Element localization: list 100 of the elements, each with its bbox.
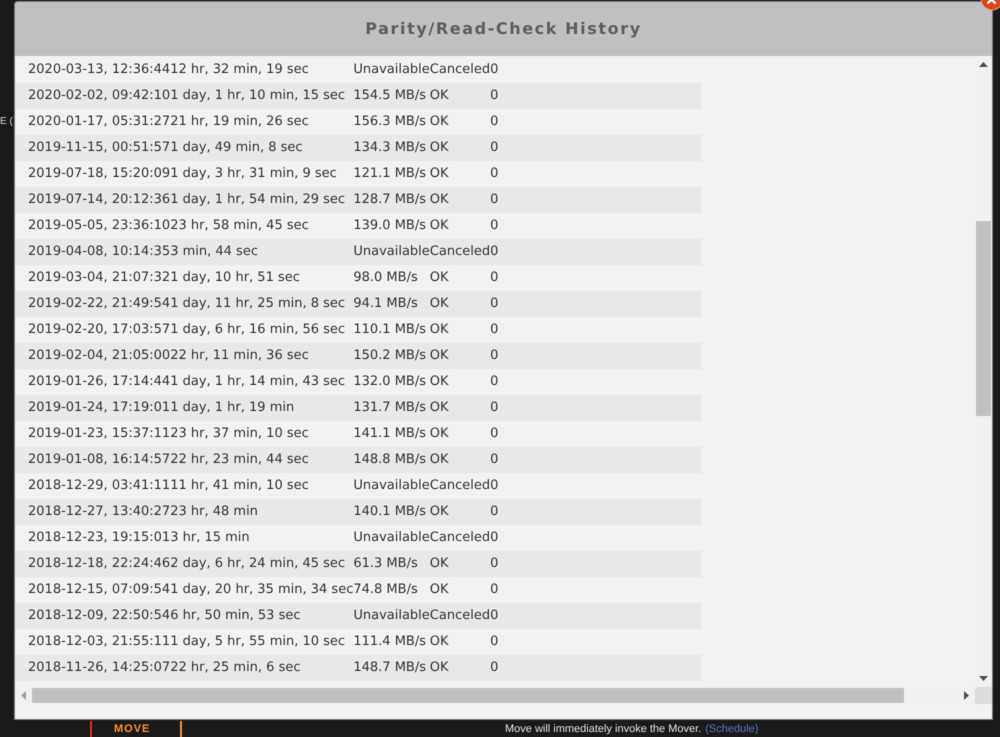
date-cell: 2018-12-23, 19:15:01 bbox=[28, 530, 170, 545]
status-cell: OK bbox=[430, 192, 449, 207]
date-cell: 2018-12-15, 07:09:54 bbox=[28, 582, 170, 597]
errors-cell: 0 bbox=[490, 166, 498, 181]
close-icon[interactable] bbox=[980, 0, 1000, 11]
move-note: Move will immediately invoke the Mover. bbox=[505, 722, 702, 736]
scroll-right-arrow-icon[interactable] bbox=[964, 691, 969, 700]
status-cell: Canceled bbox=[430, 530, 490, 545]
date-cell: 2018-12-18, 22:24:46 bbox=[28, 556, 170, 571]
errors-cell: 0 bbox=[490, 478, 498, 493]
status-cell: OK bbox=[430, 218, 449, 233]
date-cell: 2020-03-13, 12:36:44 bbox=[28, 62, 170, 77]
duration-cell: 1 day, 1 hr, 19 min bbox=[170, 400, 294, 415]
errors-cell: 0 bbox=[490, 140, 498, 155]
move-button[interactable]: MOVE bbox=[90, 721, 182, 737]
duration-cell: 22 hr, 11 min, 36 sec bbox=[170, 348, 309, 363]
speed-cell: 140.1 MB/s bbox=[353, 504, 426, 519]
speed-cell: Unavailable bbox=[353, 62, 430, 77]
errors-cell: 0 bbox=[490, 62, 498, 77]
duration-cell: 23 hr, 37 min, 10 sec bbox=[170, 426, 309, 441]
duration-cell: 1 day, 5 hr, 55 min, 10 sec bbox=[170, 634, 346, 649]
date-cell: 2019-02-20, 17:03:57 bbox=[28, 322, 170, 337]
duration-cell: 23 hr, 48 min bbox=[170, 504, 258, 519]
status-cell: OK bbox=[430, 452, 449, 467]
date-cell: 2018-12-27, 13:40:27 bbox=[28, 504, 170, 519]
speed-cell: Unavailable bbox=[353, 244, 430, 259]
speed-cell: 148.8 MB/s bbox=[353, 452, 426, 467]
scrollbar-thumb[interactable] bbox=[32, 688, 904, 703]
errors-cell: 0 bbox=[490, 218, 498, 233]
errors-cell: 0 bbox=[490, 270, 498, 285]
errors-cell: 0 bbox=[490, 530, 498, 545]
speed-cell: 134.3 MB/s bbox=[353, 140, 426, 155]
date-cell: 2018-12-29, 03:41:11 bbox=[28, 478, 170, 493]
duration-cell: 22 hr, 25 min, 6 sec bbox=[170, 660, 301, 675]
status-cell: OK bbox=[430, 556, 449, 571]
status-cell: OK bbox=[430, 296, 449, 311]
date-cell: 2020-01-17, 05:31:27 bbox=[28, 114, 170, 129]
date-cell: 2019-07-18, 15:20:09 bbox=[28, 166, 170, 181]
errors-cell: 0 bbox=[490, 660, 498, 675]
errors-cell: 0 bbox=[490, 608, 498, 623]
date-cell: 2019-02-22, 21:49:54 bbox=[28, 296, 170, 311]
date-cell: 2019-01-26, 17:14:44 bbox=[28, 374, 170, 389]
duration-cell: 1 day, 49 min, 8 sec bbox=[170, 140, 303, 155]
status-cell: Canceled bbox=[430, 244, 490, 259]
status-cell: OK bbox=[430, 374, 449, 389]
scroll-left-arrow-icon[interactable] bbox=[21, 691, 26, 700]
date-cell: 2019-03-04, 21:07:32 bbox=[28, 270, 170, 285]
duration-cell: 12 hr, 32 min, 19 sec bbox=[170, 62, 309, 77]
errors-cell: 0 bbox=[490, 322, 498, 337]
status-cell: Canceled bbox=[430, 608, 490, 623]
errors-cell: 0 bbox=[490, 114, 498, 129]
errors-cell: 0 bbox=[490, 426, 498, 441]
scrollbar-corner bbox=[975, 687, 992, 704]
date-cell: 2018-11-26, 14:25:07 bbox=[28, 660, 170, 675]
scrollbar-thumb[interactable] bbox=[976, 221, 991, 416]
dialog-title: Parity/Read-Check History bbox=[365, 18, 642, 40]
status-cell: OK bbox=[430, 504, 449, 519]
errors-cell: 0 bbox=[490, 296, 498, 311]
schedule-link[interactable]: (Schedule) bbox=[705, 722, 758, 736]
speed-cell: 139.0 MB/s bbox=[353, 218, 426, 233]
status-cell: OK bbox=[430, 348, 449, 363]
speed-cell: 131.7 MB/s bbox=[353, 400, 426, 415]
errors-cell: 0 bbox=[490, 400, 498, 415]
duration-cell: 6 hr, 50 min, 53 sec bbox=[170, 608, 301, 623]
errors-cell: 0 bbox=[490, 452, 498, 467]
status-cell: OK bbox=[430, 88, 449, 103]
status-cell: OK bbox=[430, 660, 449, 675]
status-cell: OK bbox=[430, 270, 449, 285]
date-cell: 2019-05-05, 23:36:10 bbox=[28, 218, 170, 233]
speed-cell: 111.4 MB/s bbox=[353, 634, 426, 649]
status-cell: Canceled bbox=[430, 62, 490, 77]
speed-cell: 156.3 MB/s bbox=[353, 114, 426, 129]
status-cell: OK bbox=[430, 400, 449, 415]
duration-cell: 1 day, 1 hr, 10 min, 15 sec bbox=[170, 88, 346, 103]
status-cell: OK bbox=[430, 166, 449, 181]
date-cell: 2020-02-02, 09:42:10 bbox=[28, 88, 170, 103]
date-cell: 2018-12-09, 22:50:54 bbox=[28, 608, 170, 623]
duration-cell: 1 day, 6 hr, 16 min, 56 sec bbox=[170, 322, 346, 337]
speed-cell: 110.1 MB/s bbox=[353, 322, 426, 337]
duration-cell: 1 day, 10 hr, 51 sec bbox=[170, 270, 300, 285]
duration-cell: 1 day, 20 hr, 35 min, 34 sec bbox=[170, 582, 354, 597]
scroll-down-arrow-icon[interactable] bbox=[979, 676, 988, 681]
speed-cell: 98.0 MB/s bbox=[353, 270, 418, 285]
speed-cell: 141.1 MB/s bbox=[353, 426, 426, 441]
speed-cell: 132.0 MB/s bbox=[353, 374, 426, 389]
speed-cell: 121.1 MB/s bbox=[353, 166, 426, 181]
errors-cell: 0 bbox=[490, 348, 498, 363]
scroll-up-arrow-icon[interactable] bbox=[979, 62, 988, 67]
date-cell: 2019-01-24, 17:19:01 bbox=[28, 400, 170, 415]
date-cell: 2019-11-15, 00:51:57 bbox=[28, 140, 170, 155]
errors-cell: 0 bbox=[490, 634, 498, 649]
speed-cell: Unavailable bbox=[353, 608, 430, 623]
background-text: E ( bbox=[0, 116, 14, 128]
errors-cell: 0 bbox=[490, 244, 498, 259]
date-cell: 2019-07-14, 20:12:36 bbox=[28, 192, 170, 207]
duration-cell: 1 day, 1 hr, 54 min, 29 sec bbox=[170, 192, 346, 207]
date-cell: 2019-01-08, 16:14:57 bbox=[28, 452, 170, 467]
duration-cell: 1 day, 1 hr, 14 min, 43 sec bbox=[170, 374, 346, 389]
errors-cell: 0 bbox=[490, 582, 498, 597]
duration-cell: 11 hr, 41 min, 10 sec bbox=[170, 478, 309, 493]
